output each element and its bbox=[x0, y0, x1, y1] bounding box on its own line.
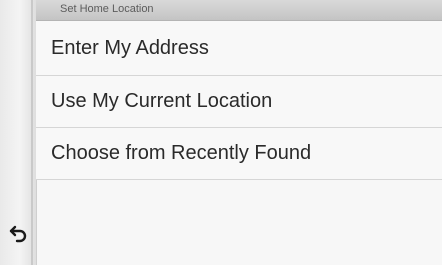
menu-item-enter-my-address[interactable]: Enter My Address bbox=[36, 21, 442, 76]
title-bar: Set Home Location bbox=[36, 0, 442, 21]
menu-list: Enter My Address Use My Current Location… bbox=[36, 21, 442, 180]
back-button[interactable] bbox=[2, 208, 36, 258]
menu-item-label: Choose from Recently Found bbox=[51, 142, 312, 164]
navigation-screen: Set Home Location Enter My Address Use M… bbox=[0, 0, 442, 265]
menu-item-use-my-current-location[interactable]: Use My Current Location bbox=[36, 76, 442, 128]
back-arrow-icon bbox=[9, 225, 27, 243]
menu-item-label: Use My Current Location bbox=[51, 90, 273, 112]
page-title: Set Home Location bbox=[60, 3, 154, 15]
menu-item-choose-from-recently-found[interactable]: Choose from Recently Found bbox=[36, 128, 442, 180]
menu-item-label: Enter My Address bbox=[51, 36, 209, 59]
